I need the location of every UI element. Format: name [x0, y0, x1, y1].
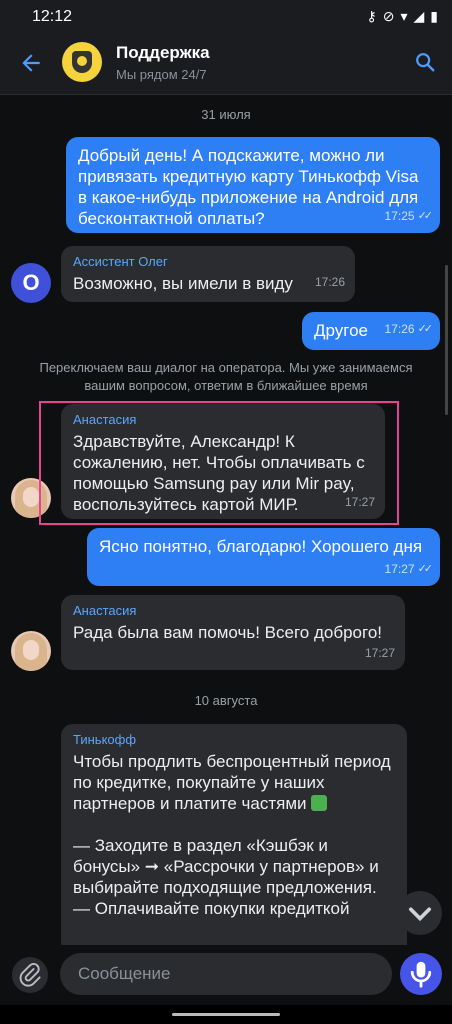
- message-text: Чтобы продлить беспроцентный период по к…: [73, 752, 391, 813]
- assistant-avatar[interactable]: О: [11, 263, 51, 303]
- scrollbar[interactable]: [445, 265, 448, 415]
- message-time: 17:25: [384, 209, 415, 223]
- message-text: — Оплачивайте покупки кредиткой: [73, 899, 350, 918]
- message-text: Добрый день! А подскажите, можно ли прив…: [78, 146, 419, 228]
- message-text: Ясно понятно, благодарю! Хорошего дня: [99, 537, 423, 556]
- chevron-down-icon: [409, 907, 431, 922]
- message-text: Рада была вам помочь! Всего доброго!: [73, 623, 382, 642]
- message-outgoing[interactable]: Добрый день! А подскажите, можно ли прив…: [66, 137, 440, 233]
- microphone-icon: [410, 961, 432, 988]
- key-icon: ⚷: [366, 8, 377, 24]
- sender-name: Анастасия: [73, 603, 137, 618]
- shopping-bag-icon: [311, 795, 328, 811]
- message-input[interactable]: Сообщение: [60, 953, 392, 995]
- read-check-icon: ✓✓: [417, 563, 434, 575]
- message-meta: 17:26: [315, 272, 345, 293]
- message-meta: 17:27: [365, 643, 395, 664]
- chat-avatar[interactable]: [62, 42, 102, 82]
- mic-button[interactable]: [400, 953, 442, 995]
- message-time: 17:27: [384, 562, 415, 576]
- message-list[interactable]: 31 июля Добрый день! А подскажите, можно…: [0, 95, 452, 945]
- status-icons: ⚷ ⊘ ▾ ◢ ▮: [366, 8, 438, 25]
- sender-name: Тинькофф: [73, 732, 137, 747]
- date-separator: 31 июля: [201, 107, 251, 122]
- message-time: 17:26: [384, 322, 415, 336]
- chat-subtitle: Мы рядом 24/7: [116, 67, 207, 82]
- chat-title[interactable]: Поддержка: [116, 43, 210, 63]
- dnd-icon: ⊘: [382, 8, 395, 24]
- read-check-icon: ✓✓: [417, 210, 434, 222]
- attach-button[interactable]: [12, 957, 48, 993]
- tinkoff-logo-icon: [72, 51, 92, 73]
- system-message: Переключаем ваш диалог на оператора. Мы …: [39, 360, 413, 393]
- message-outgoing[interactable]: Другое 17:26 ✓✓: [302, 312, 440, 350]
- message-meta: 17:25 ✓✓: [384, 206, 434, 227]
- message-meta: 17:27 ✓✓: [384, 559, 434, 580]
- message-incoming[interactable]: Ассистент Олег Возможно, вы имели в виду…: [61, 246, 355, 302]
- message-incoming[interactable]: Тинькофф Чтобы продлить беспроцентный пе…: [61, 724, 407, 945]
- back-arrow-icon[interactable]: [18, 50, 44, 76]
- sender-name: Ассистент Олег: [73, 254, 168, 269]
- battery-icon: ▮: [430, 8, 438, 24]
- status-time: 12:12: [32, 8, 73, 25]
- scroll-down-button[interactable]: [398, 891, 442, 935]
- composer: Сообщение: [0, 945, 452, 1005]
- message-text: Возможно, вы имели в виду: [73, 274, 293, 293]
- paperclip-icon: [19, 962, 41, 987]
- message-text: Другое: [314, 321, 369, 340]
- message-outgoing[interactable]: Ясно понятно, благодарю! Хорошего дня 17…: [87, 528, 440, 586]
- message-meta: 17:26 ✓✓: [384, 319, 434, 340]
- highlight-frame: [39, 401, 399, 525]
- message-text: — Заходите в раздел «Кэшбэк и бонусы» ➞ …: [73, 836, 379, 897]
- wifi-icon: ▾: [400, 8, 408, 24]
- message-time: 17:27: [364, 646, 395, 660]
- home-indicator[interactable]: [172, 1013, 280, 1016]
- search-icon[interactable]: [414, 51, 436, 73]
- system-nav-bar: [0, 1005, 452, 1024]
- app-bar: Поддержка Мы рядом 24/7: [0, 34, 452, 95]
- operator-avatar[interactable]: [11, 631, 51, 671]
- signal-icon: ◢: [413, 8, 425, 24]
- avatar-letter: О: [22, 270, 40, 295]
- status-bar: 12:12 ⚷ ⊘ ▾ ◢ ▮: [0, 0, 452, 34]
- read-check-icon: ✓✓: [417, 323, 434, 335]
- message-time: 17:26: [314, 275, 345, 289]
- message-incoming[interactable]: Анастасия Рада была вам помочь! Всего до…: [61, 595, 405, 670]
- date-separator: 10 августа: [194, 693, 258, 708]
